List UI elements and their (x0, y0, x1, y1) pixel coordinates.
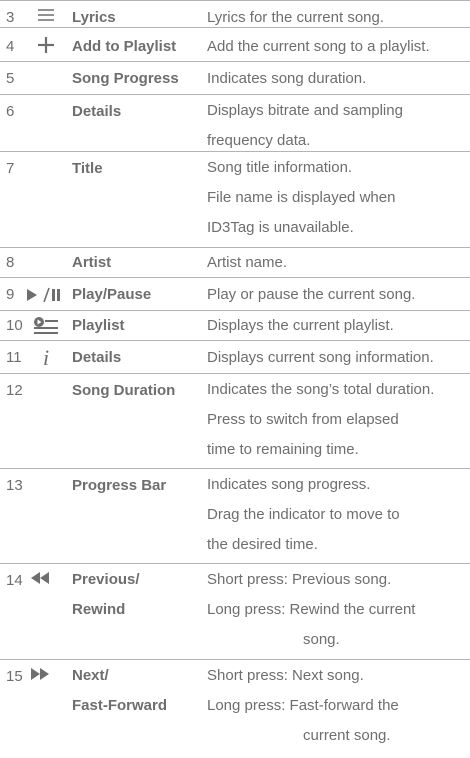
row-name: Artist (72, 254, 112, 271)
desc-line: Lyrics for the current song. (207, 9, 385, 26)
row-description: Song title information. File name is dis… (207, 152, 467, 243)
table-row: 6 Details Displays bitrate and sampling … (0, 95, 470, 152)
table-row: 4 Add to Playlist Add the current song t… (0, 28, 470, 62)
play-pause-icon (22, 278, 66, 311)
desc-line: Long press: Fast-forward the (207, 697, 399, 714)
desc-line: current song. (303, 727, 391, 744)
row-number: 7 (6, 160, 15, 177)
desc-line: Displays bitrate and sampling (207, 102, 403, 119)
table-row: 9 Play/Pause Play or pause the current s… (0, 278, 470, 311)
row-number: 12 (6, 382, 23, 399)
row-number: 11 (6, 349, 22, 366)
row-name: Previous/ Rewind (72, 564, 202, 625)
desc-line: Short press: Next song. (207, 667, 364, 684)
table-row: 8 Artist Artist name. (0, 248, 470, 278)
row-number: 6 (6, 103, 15, 120)
row-name: Title (72, 160, 103, 177)
desc-line: Short press: Previous song. (207, 571, 392, 588)
table-row: 14 Previous/ Rewind Short press: Previou… (0, 564, 470, 660)
row-description: Play or pause the current song. (207, 278, 467, 306)
plus-icon (30, 28, 62, 62)
row-name: Playlist (72, 317, 125, 334)
row-description: Short press: Previous song. Long press: … (207, 564, 467, 655)
desc-line: Artist name. (207, 254, 288, 271)
row-name: Progress Bar (72, 477, 167, 494)
row-description: Indicates the song’s total duration. Pre… (207, 374, 467, 465)
table-row: 7 Title Song title information. File nam… (0, 152, 470, 248)
rewind-icon (28, 564, 52, 592)
playlist-icon (30, 311, 62, 341)
name-line: Fast-Forward (72, 697, 168, 714)
row-number: 5 (6, 70, 15, 87)
table-row: 3 Lyrics Lyrics for the current song. (0, 0, 470, 28)
table-row: 13 Progress Bar Indicates song progress.… (0, 469, 470, 564)
row-number: 8 (6, 254, 15, 271)
desc-line: File name is displayed when (207, 189, 396, 206)
table-row: 10 Playlist Displays the current playlis… (0, 311, 470, 341)
info-i-glyph: i (42, 344, 50, 370)
desc-line: Displays current song information. (207, 349, 434, 366)
row-description: Displays the current playlist. (207, 311, 467, 337)
controls-table: 3 Lyrics Lyrics for the current song. 4 … (0, 0, 470, 758)
desc-line: Displays the current playlist. (207, 317, 394, 334)
row-number: 3 (6, 9, 15, 26)
row-description: Indicates song duration. (207, 62, 467, 90)
row-number: 10 (6, 317, 23, 334)
desc-line: Indicates the song’s total duration. (207, 381, 435, 398)
table-row: 5 Song Progress Indicates song duration. (0, 62, 470, 95)
row-name: Song Duration (72, 382, 176, 399)
row-description: Add the current song to a playlist. (207, 28, 467, 58)
row-name: Lyrics (72, 9, 116, 26)
row-number: 4 (6, 38, 15, 55)
desc-line: song. (303, 631, 340, 648)
row-description: Displays current song information. (207, 341, 467, 369)
name-line: Next/ (72, 667, 109, 684)
row-description: Artist name. (207, 248, 467, 274)
info-i-icon: i (30, 341, 62, 374)
row-name: Play/Pause (72, 286, 152, 303)
desc-line: Press to switch from elapsed (207, 411, 399, 428)
row-name: Next/ Fast-Forward (72, 660, 202, 721)
table-row: 15 Next/ Fast-Forward Short press: Next … (0, 660, 470, 758)
desc-line: Indicates song duration. (207, 70, 367, 87)
desc-line: Drag the indicator to move to (207, 506, 400, 523)
name-line: Rewind (72, 601, 126, 618)
row-number: 13 (6, 477, 23, 494)
desc-line: Add the current song to a playlist. (207, 38, 430, 55)
fast-forward-icon (28, 660, 52, 688)
row-number: 9 (6, 286, 15, 303)
table-row: 12 Song Duration Indicates the song’s to… (0, 374, 470, 469)
desc-line: the desired time. (207, 536, 318, 553)
row-number: 14 (6, 572, 23, 589)
row-name: Add to Playlist (72, 38, 177, 55)
row-description: Short press: Next song. Long press: Fast… (207, 660, 467, 751)
desc-line: Long press: Rewind the current (207, 601, 416, 618)
row-description: Displays bitrate and sampling frequency … (207, 95, 467, 156)
row-name: Details (72, 103, 122, 120)
table-row: 11 i Details Displays current song infor… (0, 341, 470, 374)
row-number: 15 (6, 668, 23, 685)
desc-line: Indicates song progress. (207, 476, 371, 493)
desc-line: Song title information. (207, 159, 353, 176)
row-description: Indicates song progress. Drag the indica… (207, 469, 467, 560)
desc-line: ID3Tag is unavailable. (207, 219, 354, 236)
row-description: Lyrics for the current song. (207, 1, 467, 29)
desc-line: Play or pause the current song. (207, 286, 416, 303)
name-line: Previous/ (72, 571, 140, 588)
lines-icon (30, 1, 62, 29)
row-name: Song Progress (72, 70, 179, 87)
row-name: Details (72, 349, 122, 366)
desc-line: time to remaining time. (207, 441, 359, 458)
